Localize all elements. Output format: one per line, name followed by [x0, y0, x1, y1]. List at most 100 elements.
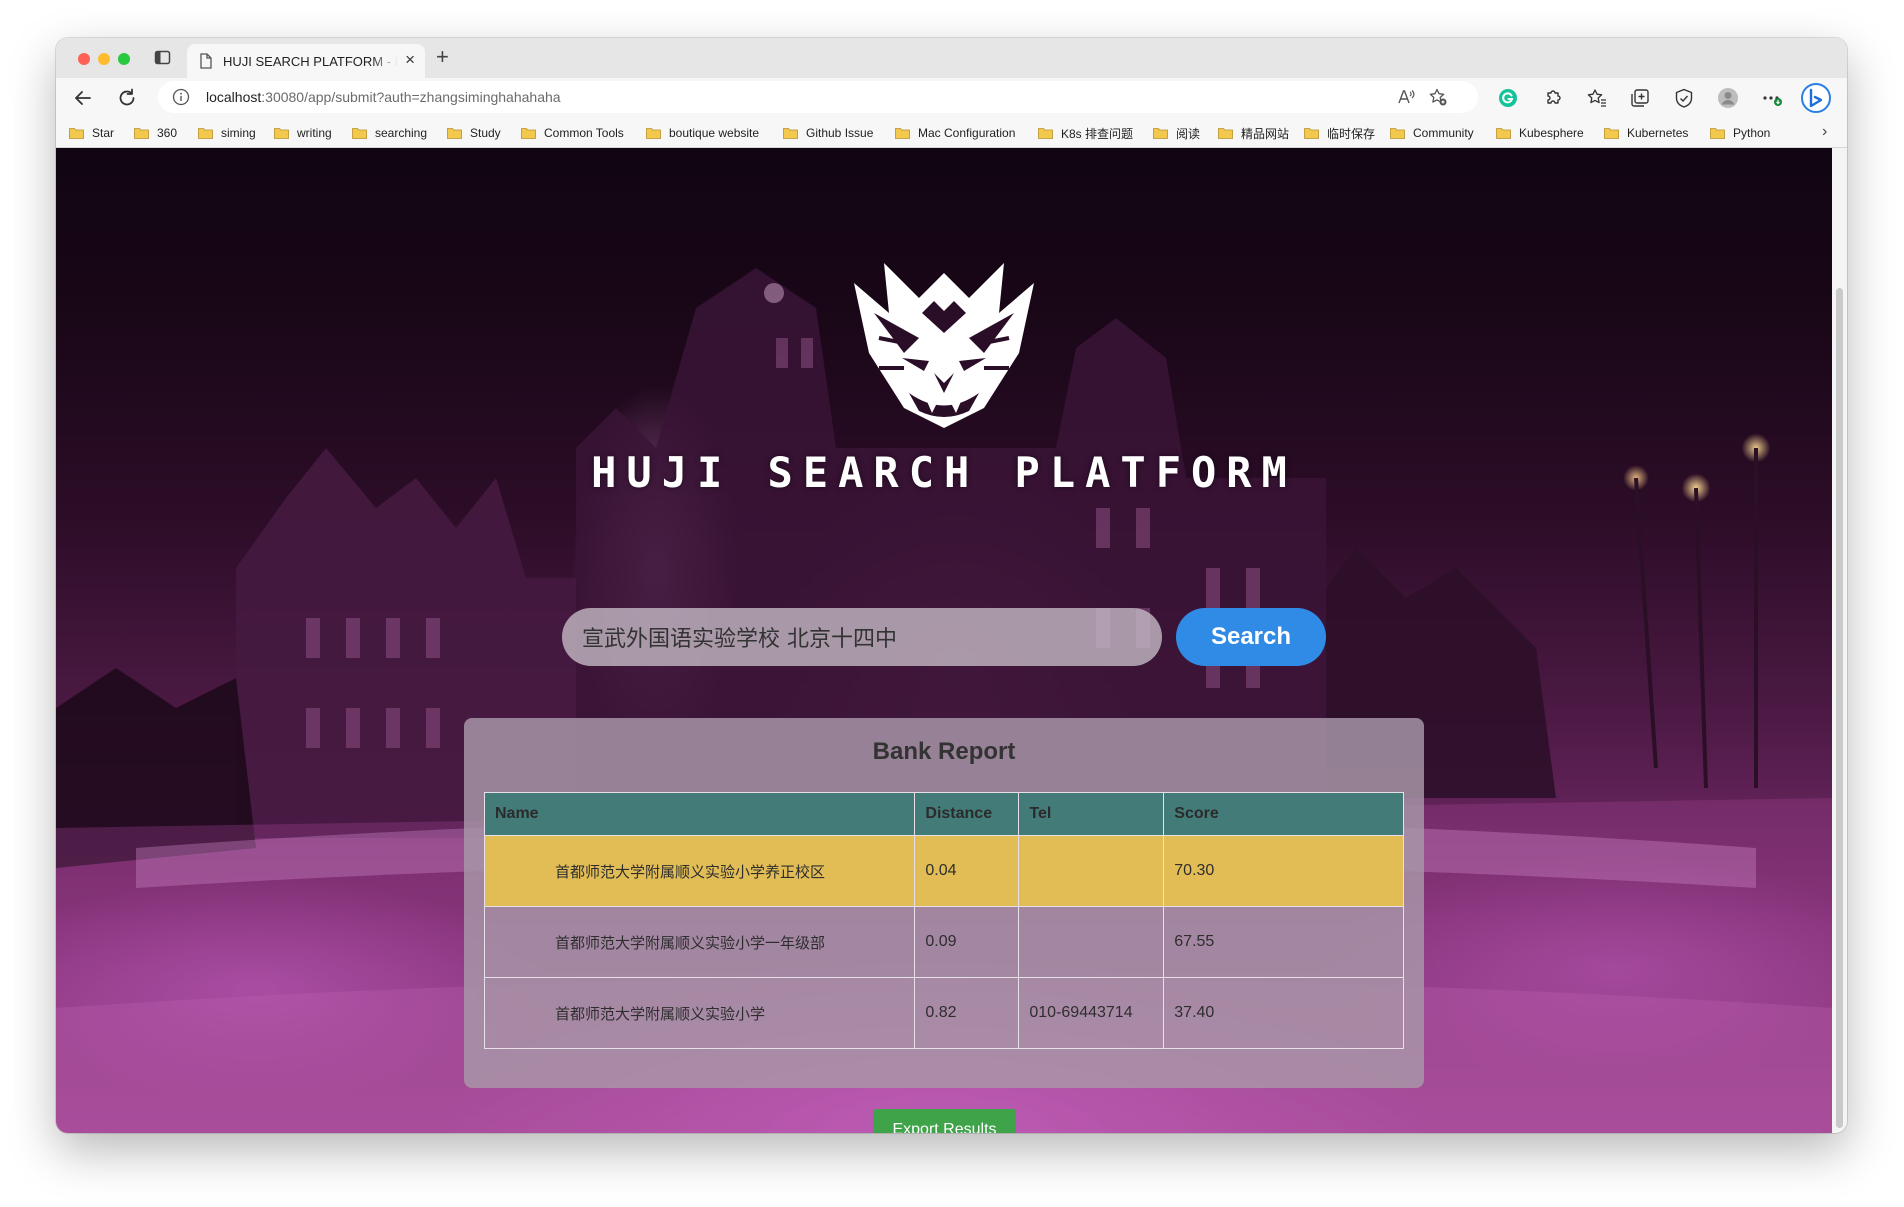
folder-icon	[447, 128, 462, 139]
cell-tel	[1018, 906, 1165, 978]
folder-icon	[198, 128, 213, 139]
browser-window: HUJI SEARCH PLATFORM - Re × + localhost:…	[56, 38, 1847, 1133]
grammarly-icon[interactable]	[1497, 87, 1519, 109]
bookmark-label: siming	[221, 126, 256, 140]
export-results-button[interactable]: Export Results	[873, 1109, 1016, 1133]
column-header-distance: Distance	[914, 792, 1020, 836]
bookmark-github-issue[interactable]: Github Issue	[783, 124, 873, 142]
tiger-logo-icon	[854, 263, 1034, 428]
scrollbar-thumb[interactable]	[1836, 288, 1843, 1128]
folder-icon	[69, 128, 84, 139]
folder-icon	[1038, 128, 1053, 139]
bookmark-label: Star	[92, 126, 115, 140]
profile-avatar-icon[interactable]	[1717, 87, 1739, 109]
bookmark-boutique-website[interactable]: boutique website	[646, 124, 759, 142]
cell-name: 首都师范大学附属顺义实验小学	[483, 977, 916, 1049]
column-header-name: Name	[483, 792, 916, 836]
bookmark-label: Community	[1413, 126, 1474, 140]
minimize-window-button[interactable]	[98, 53, 110, 65]
bookmark-temp[interactable]: 临时保存	[1304, 124, 1375, 142]
bookmark-writing[interactable]: writing	[274, 124, 332, 142]
bookmark-mac-configuration[interactable]: Mac Configuration	[895, 124, 1015, 142]
bookmark-python[interactable]: Python	[1710, 124, 1770, 142]
folder-icon	[1218, 128, 1233, 139]
extensions-icon[interactable]	[1542, 87, 1564, 109]
bookmark-label: K8s 排查问题	[1061, 126, 1134, 141]
cell-distance: 0.82	[914, 977, 1020, 1049]
folder-icon	[352, 128, 367, 139]
bookmark-360[interactable]: 360	[134, 124, 177, 142]
tab-close-icon[interactable]: ×	[405, 50, 415, 70]
url-host: localhost	[206, 89, 262, 105]
copilot-icon[interactable]	[1801, 83, 1831, 113]
back-icon[interactable]	[72, 87, 94, 109]
bookmark-k8s[interactable]: K8s 排查问题	[1038, 124, 1133, 142]
cell-name: 首都师范大学附属顺义实验小学一年级部	[483, 906, 916, 978]
results-table: Name Distance Tel Score 首都师范大学附属顺义实验小学养正…	[483, 792, 1404, 1049]
search-button[interactable]: Search	[1176, 608, 1326, 666]
table-row[interactable]: 首都师范大学附属顺义实验小学一年级部 0.09 67.55	[483, 906, 1404, 978]
bookmark-kubesphere[interactable]: Kubesphere	[1496, 124, 1584, 142]
more-options-icon[interactable]	[1761, 87, 1783, 109]
collections-icon[interactable]	[1629, 87, 1651, 109]
table-row[interactable]: 首都师范大学附属顺义实验小学养正校区 0.04 70.30	[483, 835, 1404, 907]
report-title: Bank Report	[872, 738, 1016, 765]
folder-icon	[1496, 128, 1511, 139]
page-scrollbar[interactable]	[1832, 148, 1847, 1133]
table-row[interactable]: 首都师范大学附属顺义实验小学 0.82 010-69443714 37.40	[483, 977, 1404, 1049]
report-panel: Bank Report Name Distance Tel Score 首都师范…	[464, 718, 1424, 1088]
url-path: :30080/app/submit?auth=zhangsiminghahaha…	[261, 89, 561, 105]
column-header-score: Score	[1163, 792, 1404, 836]
folder-icon	[1710, 128, 1725, 139]
bookmark-label: 阅读	[1176, 126, 1201, 141]
column-header-tel: Tel	[1018, 792, 1165, 836]
site-info-icon[interactable]	[172, 88, 190, 106]
platform-title: HUJI SEARCH PLATFORM	[591, 448, 1297, 497]
folder-icon	[134, 128, 149, 139]
bookmark-reading[interactable]: 阅读	[1153, 124, 1200, 142]
bookmark-featured-sites[interactable]: 精品网站	[1218, 124, 1289, 142]
cell-score: 37.40	[1163, 977, 1404, 1049]
browser-essentials-icon[interactable]	[1673, 87, 1695, 109]
bookmark-common-tools[interactable]: Common Tools	[521, 124, 624, 142]
new-tab-button[interactable]: +	[436, 44, 449, 70]
bookmark-searching[interactable]: searching	[352, 124, 427, 142]
cell-distance: 0.04	[914, 835, 1020, 907]
tab-active[interactable]: HUJI SEARCH PLATFORM - Re ×	[187, 44, 425, 78]
tab-actions-icon[interactable]	[154, 49, 171, 66]
folder-icon	[1304, 128, 1319, 139]
address-bar[interactable]: localhost:30080/app/submit?auth=zhangsim…	[158, 81, 1478, 113]
add-favorite-icon[interactable]	[1428, 87, 1448, 107]
bookmarks-bar: Star 360 siming writing searching Study …	[56, 118, 1847, 148]
bookmark-study[interactable]: Study	[447, 124, 501, 142]
bookmark-label: Kubesphere	[1519, 126, 1584, 140]
reload-icon[interactable]	[116, 87, 138, 109]
folder-icon	[274, 128, 289, 139]
close-window-button[interactable]	[78, 53, 90, 65]
bookmark-label: Mac Configuration	[918, 126, 1016, 140]
bookmark-label: boutique website	[669, 126, 760, 140]
bookmark-label: Python	[1733, 126, 1771, 140]
toolbar: localhost:30080/app/submit?auth=zhangsim…	[56, 78, 1847, 118]
cell-score: 70.30	[1163, 835, 1404, 907]
cell-tel	[1018, 835, 1165, 907]
folder-icon	[1153, 128, 1168, 139]
favorites-icon[interactable]	[1586, 87, 1608, 109]
bookmark-kubernetes[interactable]: Kubernetes	[1604, 124, 1688, 142]
bookmark-community[interactable]: Community	[1390, 124, 1474, 142]
bookmark-label: Study	[470, 126, 501, 140]
folder-icon	[1604, 128, 1619, 139]
cell-score: 67.55	[1163, 906, 1404, 978]
url-text: localhost:30080/app/submit?auth=zhangsim…	[206, 89, 561, 105]
page-content: HUJI SEARCH PLATFORM Search Bank Report …	[56, 148, 1832, 1133]
bookmark-siming[interactable]: siming	[198, 124, 256, 142]
bookmark-label: Kubernetes	[1627, 126, 1689, 140]
search-input[interactable]	[562, 608, 1162, 666]
zoom-window-button[interactable]	[118, 53, 130, 65]
bookmark-label: Common Tools	[544, 126, 624, 140]
read-aloud-icon[interactable]	[1397, 88, 1415, 106]
bookmark-star[interactable]: Star	[69, 124, 114, 142]
tab-title: HUJI SEARCH PLATFORM - Re	[223, 54, 398, 69]
bookmarks-overflow-chevron-icon[interactable]: ›	[1822, 123, 1827, 141]
cell-distance: 0.09	[914, 906, 1020, 978]
